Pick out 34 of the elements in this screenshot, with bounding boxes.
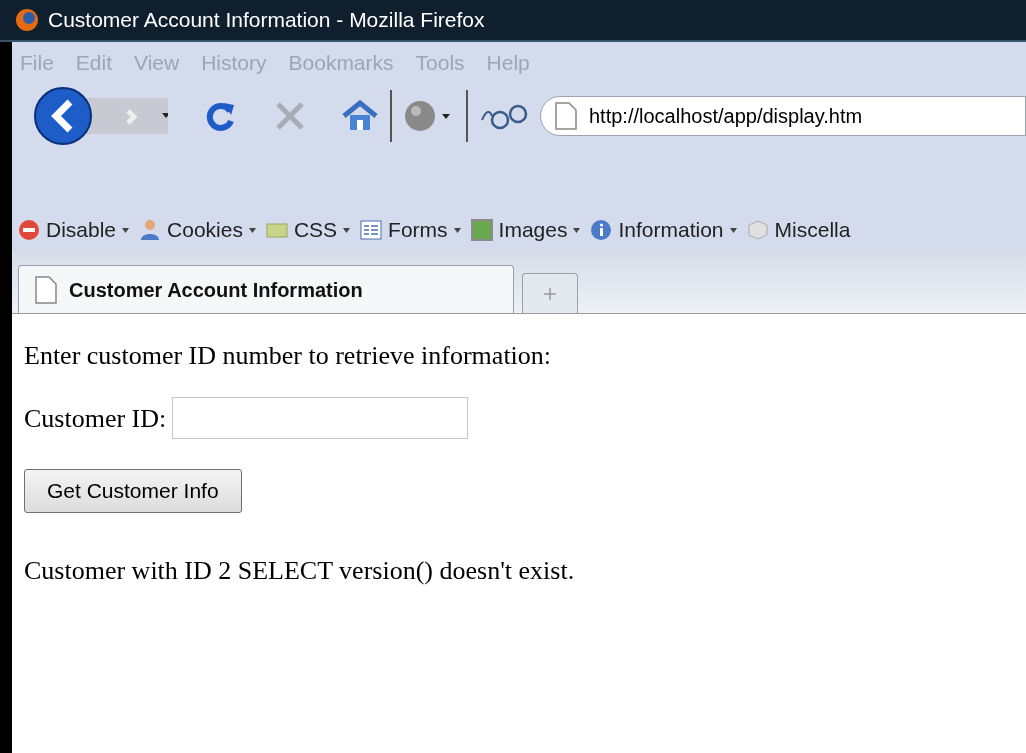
dropdown-icon	[343, 227, 351, 233]
images-icon	[470, 219, 493, 241]
instruction-text: Enter customer ID number to retrieve information:	[24, 340, 553, 372]
toolbar-menu[interactable]: Cookies	[167, 214, 243, 246]
page-icon	[35, 275, 57, 304]
toolbar-menu[interactable]: Forms	[388, 214, 448, 246]
page-icon	[555, 102, 577, 130]
tab-label: Customer Account Information	[69, 277, 363, 303]
toolbar-menu[interactable]: Information	[618, 214, 724, 246]
forms-icon	[360, 219, 383, 241]
get-customer-info-button[interactable]: Get Customer Info	[24, 469, 242, 513]
toolbar-menu[interactable]: CSS	[293, 214, 338, 246]
toolbar-menu[interactable]: Miscella	[774, 214, 851, 246]
tab[interactable]: Customer Account Information	[18, 265, 514, 313]
information-icon	[590, 219, 613, 241]
toolbar-menu[interactable]: Disable	[46, 214, 117, 246]
dropdown-icon	[122, 227, 130, 233]
field-label: Customer ID:	[24, 402, 167, 435]
firefox-icon	[14, 7, 40, 33]
window-title: Customer Account Information - Mozilla Firefox	[48, 7, 485, 34]
error-message: Customer with ID 2 SELECT version() doesn't exist.	[24, 555, 576, 587]
dropdown-icon	[453, 227, 461, 233]
toolbar-menu[interactable]: Images	[498, 214, 568, 246]
home-icon[interactable]	[342, 100, 378, 132]
plus-icon	[544, 287, 556, 300]
dropdown-icon	[573, 227, 581, 233]
url-text: http://localhost/app/display.htm	[589, 104, 863, 129]
misc-icon	[746, 219, 769, 241]
customer-id-field[interactable]	[172, 397, 469, 439]
address-bar[interactable]: http://localhost/app/display.htm	[540, 96, 1026, 136]
disable-icon	[18, 219, 40, 241]
dropdown-icon	[729, 227, 737, 233]
cookies-icon	[139, 219, 162, 241]
dropdown-icon	[248, 227, 256, 233]
